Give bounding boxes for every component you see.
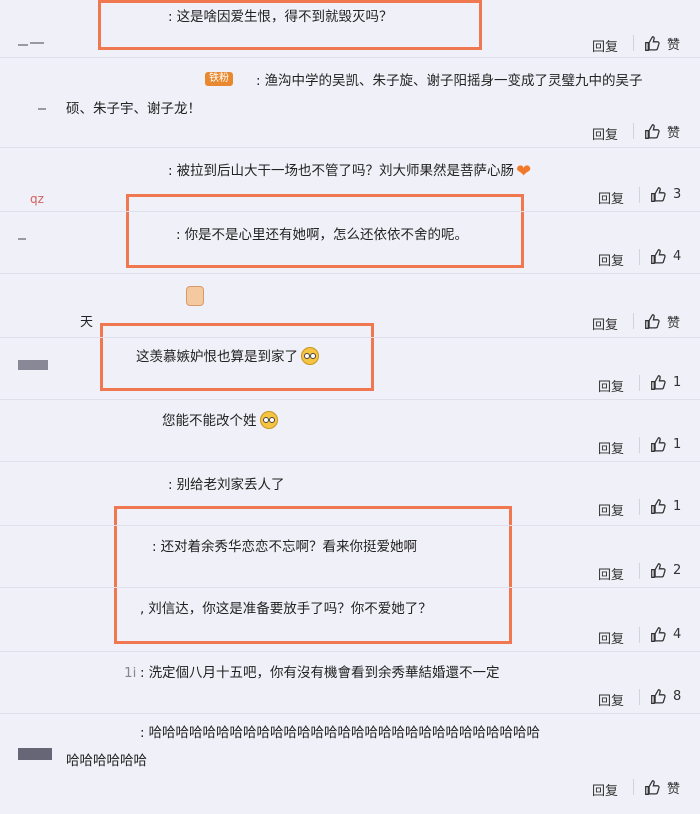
like-button[interactable]: 4: [650, 626, 681, 643]
comment-row: 您能不能改个姓 回复 1: [0, 400, 700, 462]
like-button[interactable]: 8: [650, 688, 681, 705]
comment-text-continued: 硕、朱子宇、谢子龙！: [66, 101, 201, 117]
thumbs-up-icon: [651, 689, 666, 704]
comment-text: 这是啥因爱生恨，得不到就毁灭吗？: [176, 9, 393, 25]
comment-row: : 这是啥因爱生恨，得不到就毁灭吗？ 回复 赞: [0, 0, 700, 58]
comment-row: 1i : 洗定個八月十五吧，你有沒有機會看到余秀華結婚還不一定 回复 8: [0, 652, 700, 714]
reply-button[interactable]: 回复: [592, 314, 618, 333]
reply-button[interactable]: 回复: [598, 690, 624, 709]
comment-row: 铁粉 : 渔沟中学的吴凯、朱子旋、谢子阳摇身一变成了灵璧九中的吴子 硕、朱子宇、谢…: [0, 58, 700, 148]
comment-text: 被拉到后山大干一场也不管了吗？刘大师果然是菩萨心肠: [176, 163, 515, 179]
like-count: 赞: [667, 38, 681, 53]
like-count: 2: [673, 563, 682, 578]
like-button[interactable]: 赞: [644, 312, 680, 331]
like-count: 赞: [667, 126, 681, 141]
glasses-emoji-icon: [301, 347, 319, 365]
avatar[interactable]: [18, 748, 52, 762]
comment-text: 还对着余秀华恋恋不忘啊？看来你挺爱她啊: [160, 539, 418, 555]
avatar[interactable]: [18, 232, 52, 246]
thumbs-up-icon: [645, 780, 660, 795]
thumbs-up-icon: [645, 314, 660, 329]
like-count: 1: [673, 499, 682, 514]
like-count: 1: [673, 375, 682, 390]
comment-row: 天 回复 赞: [0, 274, 700, 338]
like-button[interactable]: 赞: [644, 778, 680, 797]
like-count: 4: [673, 627, 682, 642]
like-button[interactable]: 3: [650, 186, 681, 203]
thumbs-up-icon: [651, 499, 666, 514]
username-tail: 天: [80, 315, 94, 330]
comment-row: : 哈哈哈哈哈哈哈哈哈哈哈哈哈哈哈哈哈哈哈哈哈哈哈哈哈哈哈哈哈 哈哈哈哈哈哈 回复…: [0, 714, 700, 814]
comment-text: 这羡慕嫉妒恨也算是到家了: [136, 349, 298, 365]
reply-button[interactable]: 回复: [598, 438, 624, 457]
like-count: 3: [673, 187, 682, 202]
reply-button[interactable]: 回复: [598, 250, 624, 269]
comment-row: , 刘信达，你这是准备要放手了吗？你不爱她了？ 回复 4: [0, 588, 700, 652]
comment-text: 渔沟中学的吴凯、朱子旋、谢子阳摇身一变成了灵璧九中的吴子: [264, 73, 643, 89]
comment-row: : 别给老刘家丢人了 回复 1: [0, 462, 700, 526]
avatar[interactable]: [18, 358, 52, 372]
comment-row: : 还对着余秀华恋恋不忘啊？看来你挺爱她啊 回复 2: [0, 526, 700, 588]
reply-button[interactable]: 回复: [592, 780, 618, 799]
comment-row: 这羡慕嫉妒恨也算是到家了 回复 1: [0, 338, 700, 400]
reply-button[interactable]: 回复: [598, 564, 624, 583]
comment-text-continued: 哈哈哈哈哈哈: [66, 753, 147, 769]
like-count: 4: [673, 249, 682, 264]
avatar[interactable]: [18, 102, 52, 116]
like-count: 赞: [667, 782, 681, 797]
like-count: 8: [673, 689, 682, 704]
like-button[interactable]: 2: [650, 562, 681, 579]
reply-button[interactable]: 回复: [598, 628, 624, 647]
user-tag: qz: [30, 192, 44, 206]
comment-text: 哈哈哈哈哈哈哈哈哈哈哈哈哈哈哈哈哈哈哈哈哈哈哈哈哈哈哈哈哈: [148, 725, 541, 741]
thumbs-up-icon: [645, 124, 660, 139]
comment-text: 您能不能改个姓: [162, 413, 257, 429]
comment-row: qz : 被拉到后山大干一场也不管了吗？刘大师果然是菩萨心肠 ❤ 回复 3: [0, 148, 700, 212]
like-button[interactable]: 4: [650, 248, 681, 265]
like-button[interactable]: 1: [650, 498, 681, 515]
thumbs-up-icon: [651, 437, 666, 452]
thumbs-up-icon: [651, 375, 666, 390]
avatar[interactable]: [18, 38, 52, 52]
like-button[interactable]: 1: [650, 436, 681, 453]
comment-text: 刘信达，你这是准备要放手了吗？你不爱她了？: [148, 601, 432, 617]
smile-emoji-icon: [259, 411, 278, 429]
reply-button[interactable]: 回复: [592, 36, 618, 55]
like-count: 1: [673, 437, 682, 452]
thumbs-up-icon: [651, 249, 666, 264]
fan-badge: 铁粉: [205, 72, 233, 86]
thumbs-up-emoji-icon: [186, 286, 204, 306]
comment-text: 别给老刘家丢人了: [176, 477, 285, 493]
reply-button[interactable]: 回复: [598, 500, 624, 519]
comment-row: : 你是不是心里还有她啊，怎么还依依不舍的呢。 回复 4: [0, 212, 700, 274]
reply-button[interactable]: 回复: [592, 124, 618, 143]
reply-button[interactable]: 回复: [598, 376, 624, 395]
thumbs-up-icon: [651, 627, 666, 642]
heart-emoji-icon: ❤: [516, 161, 532, 182]
like-count: 赞: [667, 316, 681, 331]
thumbs-up-icon: [645, 36, 660, 51]
like-button[interactable]: 赞: [644, 34, 680, 53]
like-button[interactable]: 1: [650, 374, 681, 391]
comment-text: 你是不是心里还有她啊，怎么还依依不舍的呢。: [184, 227, 469, 243]
thumbs-up-icon: [651, 187, 666, 202]
like-button[interactable]: 赞: [644, 122, 680, 141]
comment-text: 洗定個八月十五吧，你有沒有機會看到余秀華結婚還不一定: [148, 665, 500, 681]
username-tail: 1i: [124, 665, 137, 681]
reply-button[interactable]: 回复: [598, 188, 624, 207]
thumbs-up-icon: [651, 563, 666, 578]
